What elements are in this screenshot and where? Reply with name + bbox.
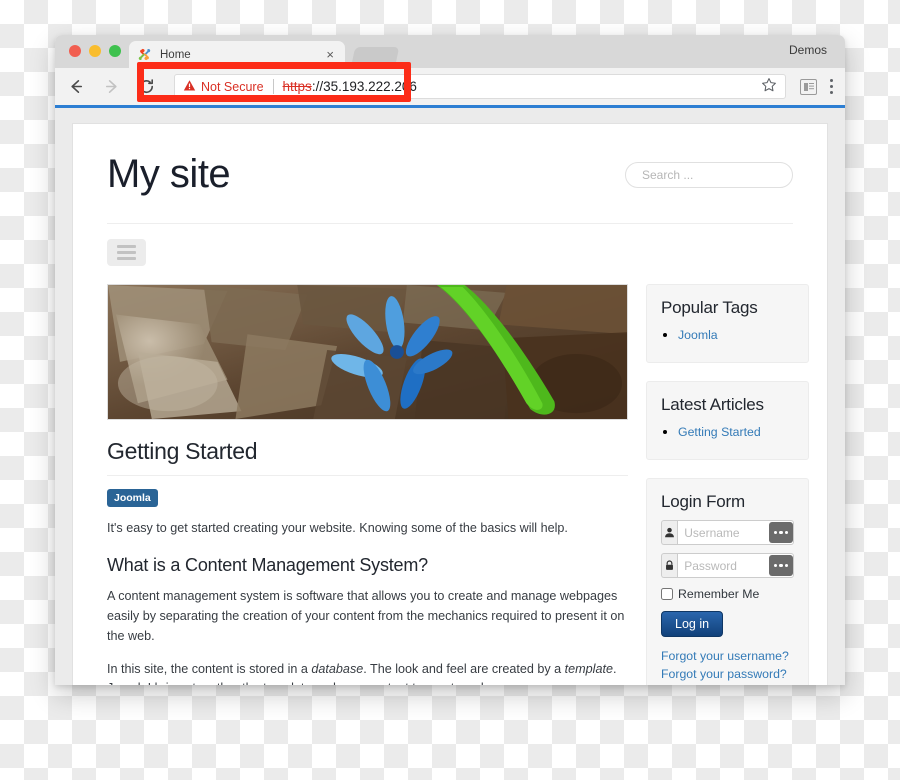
popular-tags-list: Joomla [661, 326, 794, 344]
main-content-column: Getting Started Joomla It's easy to get … [107, 284, 628, 685]
module-popular-tags: Popular Tags Joomla [646, 284, 809, 363]
star-icon[interactable] [761, 77, 777, 96]
navigation-buttons [67, 77, 156, 96]
site-page: My site Search ... Getting Started Jooml… [73, 124, 827, 685]
tab-title: Home [160, 48, 191, 61]
page-viewport: My site Search ... Getting Started Jooml… [55, 108, 845, 685]
article-tag-badge[interactable]: Joomla [107, 489, 158, 507]
latest-articles-list: Getting Started [661, 423, 794, 441]
maximize-window-button[interactable] [109, 45, 121, 57]
browser-tab-home[interactable]: Home × [129, 41, 345, 68]
module-title: Latest Articles [661, 395, 764, 414]
tab-strip: Home × Demos [55, 35, 845, 68]
kebab-menu-icon[interactable] [830, 79, 833, 94]
address-bar[interactable]: Not Secure https://35.193.222.206 [174, 74, 786, 99]
password-manager-badge-icon[interactable] [769, 522, 793, 543]
user-icon [661, 520, 678, 545]
module-latest-articles: Latest Articles Getting Started [646, 381, 809, 460]
username-row [661, 520, 794, 545]
article-intro-paragraph: It's easy to get started creating your w… [107, 521, 568, 535]
reader-extension-icon[interactable] [800, 78, 817, 95]
remember-me-label: Remember Me [678, 587, 760, 601]
emphasis-template: template [564, 661, 613, 676]
url-host: ://35.193.222.206 [311, 79, 417, 94]
url-scheme: https [282, 79, 312, 94]
password-row [661, 553, 794, 578]
omnibox-separator [272, 79, 274, 94]
search-input[interactable] [625, 161, 793, 188]
text-pre: In this site, the content is stored in a [107, 661, 312, 676]
window-traffic-lights [69, 45, 121, 57]
joomla-favicon-icon [137, 47, 152, 62]
sidebar-column: Popular Tags Joomla Latest Articles Gett… [646, 284, 809, 685]
article-subheading-cms: What is a Content Management System? [107, 554, 428, 575]
forward-arrow-icon [102, 77, 121, 96]
article-title: Getting Started [107, 438, 628, 476]
tag-link-joomla[interactable]: Joomla [678, 328, 718, 342]
lock-icon [661, 553, 678, 578]
minimize-window-button[interactable] [89, 45, 101, 57]
browser-toolbar: Not Secure https://35.193.222.206 [55, 68, 845, 105]
module-title: Login Form [661, 492, 745, 511]
demos-label[interactable]: Demos [789, 43, 827, 57]
not-secure-label: Not Secure [201, 79, 264, 94]
hamburger-menu-icon[interactable] [107, 239, 146, 266]
emphasis-database: database [311, 661, 364, 676]
back-arrow-icon[interactable] [67, 77, 86, 96]
password-manager-badge-icon[interactable] [769, 555, 793, 576]
content-columns: Getting Started Joomla It's easy to get … [107, 284, 809, 685]
forgot-username-link[interactable]: Forgot your username? [661, 648, 794, 666]
list-item: Getting Started [678, 423, 794, 441]
article-paragraph-cms: A content management system is software … [107, 588, 625, 643]
article-link-getting-started[interactable]: Getting Started [678, 425, 761, 439]
module-title: Popular Tags [661, 298, 758, 317]
list-item: Joomla [678, 326, 794, 344]
login-button[interactable]: Log in [661, 611, 724, 637]
forgot-password-link[interactable]: Forgot your password? [661, 666, 794, 684]
remember-me-row[interactable]: Remember Me [661, 587, 794, 601]
close-window-button[interactable] [69, 45, 81, 57]
module-login-form: Login Form Username Remember Me Log in F… [646, 478, 809, 685]
article-paragraph-site: In this site, the content is stored in a… [107, 660, 628, 685]
article-hero-image [107, 284, 628, 420]
close-tab-button[interactable]: × [323, 48, 337, 61]
reload-icon[interactable] [137, 77, 156, 96]
remember-me-checkbox[interactable] [661, 588, 673, 600]
browser-window: Home × Demos Not Secure https://35.193.… [55, 35, 845, 685]
text-mid: . The look and feel are created by a [363, 661, 565, 676]
toolbar-right-actions [800, 78, 833, 95]
site-title: My site [107, 152, 231, 196]
new-tab-button[interactable] [350, 47, 400, 68]
navbar-row [107, 224, 793, 284]
site-header: My site [107, 152, 793, 224]
warning-triangle-icon [183, 79, 196, 95]
